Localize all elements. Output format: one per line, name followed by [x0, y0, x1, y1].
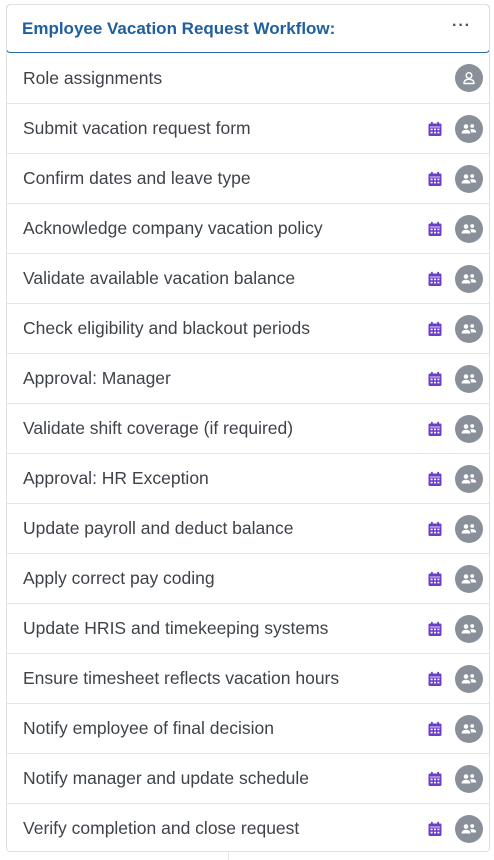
role-assignments-row[interactable]: Role assignments	[7, 53, 489, 103]
task-row[interactable]: Ensure timesheet reflects vacation hours	[7, 653, 489, 703]
task-label: Approval: HR Exception	[23, 468, 209, 488]
task-label: Notify manager and update schedule	[23, 768, 310, 788]
task-row[interactable]: Validate available vacation balance	[7, 253, 489, 303]
users-icon[interactable]	[455, 214, 483, 243]
calendar-icon[interactable]	[426, 820, 444, 838]
background-divider	[228, 852, 229, 860]
calendar-icon[interactable]	[426, 270, 444, 288]
calendar-icon[interactable]	[426, 420, 444, 438]
task-label: Apply correct pay coding	[23, 568, 215, 588]
workflow-title: Employee Vacation Request Workflow:	[22, 18, 336, 38]
task-row[interactable]: Acknowledge company vacation policy	[7, 203, 489, 253]
users-icon[interactable]	[455, 364, 483, 393]
task-list: Submit vacation request form Confirm dat…	[7, 103, 489, 851]
task-label: Update payroll and deduct balance	[23, 518, 294, 538]
task-row[interactable]: Approval: HR Exception	[7, 453, 489, 503]
task-row[interactable]: Submit vacation request form	[7, 103, 489, 153]
calendar-icon[interactable]	[426, 570, 444, 588]
task-label: Validate shift coverage (if required)	[23, 418, 294, 438]
users-icon[interactable]	[455, 514, 483, 543]
user-icon[interactable]	[455, 64, 483, 92]
task-label: Confirm dates and leave type	[23, 168, 251, 188]
users-icon[interactable]	[455, 464, 483, 493]
calendar-icon[interactable]	[426, 370, 444, 388]
users-icon[interactable]	[455, 764, 483, 793]
task-label: Check eligibility and blackout periods	[23, 318, 310, 338]
task-label: Approval: Manager	[23, 368, 171, 388]
users-icon[interactable]	[455, 814, 483, 843]
calendar-icon[interactable]	[426, 770, 444, 788]
calendar-icon[interactable]	[426, 520, 444, 538]
task-label: Ensure timesheet reflects vacation hours	[23, 668, 340, 688]
calendar-icon[interactable]	[426, 220, 444, 238]
task-row[interactable]: Apply correct pay coding	[7, 553, 489, 603]
task-label: Verify completion and close request	[23, 818, 300, 838]
users-icon[interactable]	[455, 664, 483, 693]
users-icon[interactable]	[455, 414, 483, 443]
task-row[interactable]: Update payroll and deduct balance	[7, 503, 489, 553]
calendar-icon[interactable]	[426, 620, 444, 638]
users-icon[interactable]	[455, 314, 483, 343]
users-icon[interactable]	[455, 714, 483, 743]
workflow-header: Employee Vacation Request Workflow: ···	[7, 5, 489, 53]
users-icon[interactable]	[455, 114, 483, 143]
task-label: Validate available vacation balance	[23, 268, 296, 288]
users-icon[interactable]	[455, 614, 483, 643]
task-label: Notify employee of final decision	[23, 718, 274, 738]
calendar-icon[interactable]	[426, 320, 444, 338]
task-label: Update HRIS and timekeeping systems	[23, 618, 329, 638]
task-row[interactable]: Update HRIS and timekeeping systems	[7, 603, 489, 653]
role-assignments-label: Role assignments	[23, 67, 163, 88]
calendar-icon[interactable]	[426, 470, 444, 488]
calendar-icon[interactable]	[426, 170, 444, 188]
users-icon[interactable]	[455, 164, 483, 193]
calendar-icon[interactable]	[426, 720, 444, 738]
task-row[interactable]: Validate shift coverage (if required)	[7, 403, 489, 453]
task-row[interactable]: Notify employee of final decision	[7, 703, 489, 753]
users-icon[interactable]	[455, 264, 483, 293]
task-row[interactable]: Approval: Manager	[7, 353, 489, 403]
workflow-panel: Employee Vacation Request Workflow: ··· …	[6, 4, 490, 852]
task-row[interactable]: Verify completion and close request	[7, 803, 489, 851]
task-label: Submit vacation request form	[23, 118, 251, 138]
more-options-button[interactable]: ···	[452, 17, 471, 37]
task-row[interactable]: Notify manager and update schedule	[7, 753, 489, 803]
task-row[interactable]: Confirm dates and leave type	[7, 153, 489, 203]
task-label: Acknowledge company vacation policy	[23, 218, 323, 238]
calendar-icon[interactable]	[426, 120, 444, 138]
calendar-icon[interactable]	[426, 670, 444, 688]
users-icon[interactable]	[455, 564, 483, 593]
task-row[interactable]: Check eligibility and blackout periods	[7, 303, 489, 353]
